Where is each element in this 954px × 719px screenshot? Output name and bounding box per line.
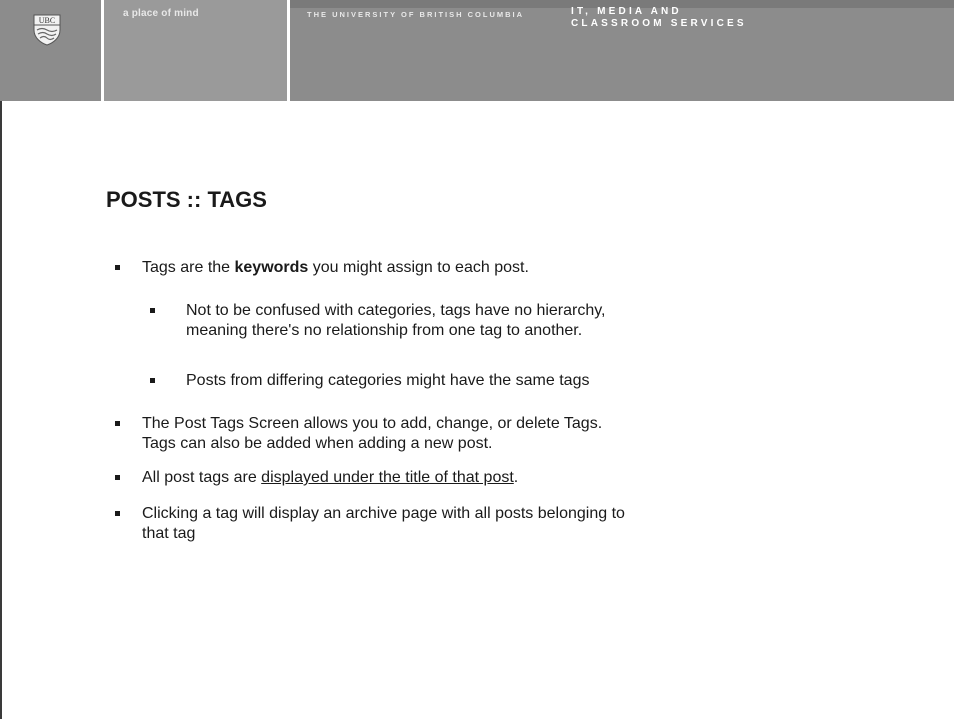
displayed-under-title-link[interactable]: displayed under the title of that post bbox=[261, 469, 514, 486]
department-line-1: IT, MEDIA AND bbox=[571, 6, 682, 17]
header-divider bbox=[287, 0, 290, 101]
sub-bullet-categories: Posts from differing categories might ha… bbox=[186, 372, 590, 389]
slide-left-border bbox=[0, 101, 2, 719]
bullet-marker bbox=[115, 265, 120, 270]
bullet-clicking-tag: Clicking a tag will display an archive p… bbox=[142, 505, 625, 542]
bullet-marker bbox=[115, 511, 120, 516]
sub-bullet-marker bbox=[150, 308, 155, 313]
bullet-displayed: All post tags are displayed under the ti… bbox=[142, 469, 519, 486]
university-name: THE UNIVERSITY OF BRITISH COLUMBIA bbox=[307, 10, 525, 19]
bullet-marker bbox=[115, 475, 120, 480]
bullet-marker bbox=[115, 421, 120, 426]
sub-bullet-marker bbox=[150, 378, 155, 383]
department-line-2: CLASSROOM SERVICES bbox=[571, 18, 747, 29]
logo-cell: UBC bbox=[0, 0, 101, 101]
department-name: IT, MEDIA AND CLASSROOM SERVICES bbox=[571, 6, 747, 30]
slide-title: POSTS :: TAGS bbox=[106, 187, 267, 212]
header-bar: UBC a place of mind THE UNIVERSITY OF BR… bbox=[0, 0, 954, 101]
bullet-post-tags-screen: The Post Tags Screen allows you to add, … bbox=[142, 415, 603, 452]
ubc-shield-logo-icon: UBC bbox=[33, 14, 61, 46]
svg-text:UBC: UBC bbox=[39, 16, 55, 25]
keywords-emphasis: keywords bbox=[234, 259, 309, 276]
bullet-keywords: Tags are the keywords you might assign t… bbox=[142, 259, 529, 276]
sub-bullet-hierarchy: Not to be confused with categories, tags… bbox=[186, 302, 606, 339]
tagline-text: a place of mind bbox=[123, 8, 199, 19]
